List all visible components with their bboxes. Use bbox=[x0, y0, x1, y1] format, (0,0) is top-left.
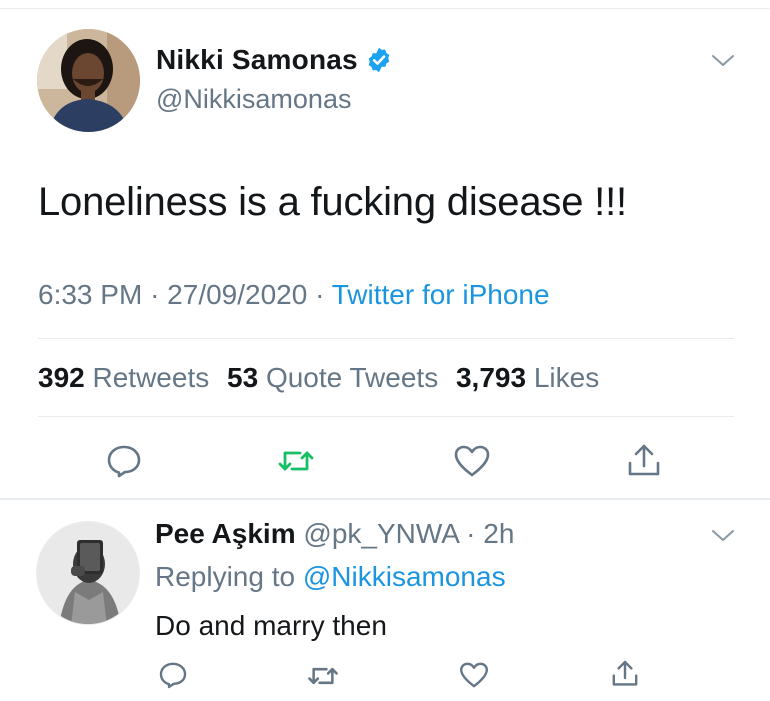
author-name[interactable]: Nikki Samonas bbox=[156, 44, 358, 76]
reply-icon[interactable] bbox=[104, 441, 144, 481]
retweet-icon[interactable] bbox=[306, 659, 340, 693]
chevron-down-icon[interactable] bbox=[710, 52, 736, 70]
reply-text: Do and marry then bbox=[155, 610, 387, 641]
reply-author-handle[interactable]: @pk_YNWA bbox=[303, 518, 458, 549]
replying-prefix: Replying to bbox=[155, 561, 296, 592]
likes-count: 3,793 bbox=[455, 362, 527, 393]
reply-author-avatar[interactable] bbox=[36, 521, 140, 625]
likes-stat[interactable]: 3,793 Likes bbox=[456, 362, 599, 393]
reply-meta-separator: · bbox=[458, 518, 484, 549]
reply-header: Pee Aşkim @pk_YNWA · 2h bbox=[155, 518, 514, 550]
tweet-stats: 392 Retweets 53 Quote Tweets 3,793 Likes bbox=[38, 362, 599, 394]
like-icon[interactable] bbox=[452, 441, 492, 481]
meta-separator: · bbox=[150, 279, 168, 310]
like-icon[interactable] bbox=[458, 659, 490, 691]
retweets-label: Retweets bbox=[92, 362, 210, 393]
replying-to-link[interactable]: @Nikkisamonas bbox=[303, 561, 506, 592]
tweet-date: 27/09/2020 bbox=[167, 279, 308, 310]
section-divider bbox=[0, 498, 770, 500]
tweet-time: 6:33 PM bbox=[38, 279, 143, 310]
retweets-stat[interactable]: 392 Retweets bbox=[38, 362, 209, 393]
reply-icon[interactable] bbox=[157, 659, 189, 691]
retweet-icon[interactable] bbox=[276, 441, 316, 481]
retweets-count: 392 bbox=[38, 362, 85, 393]
author-handle[interactable]: @Nikkisamonas bbox=[156, 84, 351, 115]
reply-age[interactable]: 2h bbox=[483, 518, 514, 549]
share-icon[interactable] bbox=[624, 441, 664, 481]
verified-badge-icon bbox=[365, 46, 393, 74]
meta-separator: · bbox=[315, 279, 332, 310]
meta-divider bbox=[38, 338, 734, 339]
likes-label: Likes bbox=[533, 362, 600, 393]
tweet-source-link[interactable]: Twitter for iPhone bbox=[332, 279, 550, 310]
chevron-down-icon[interactable] bbox=[710, 527, 736, 545]
top-divider bbox=[0, 8, 770, 9]
tweet-text: Loneliness is a fucking disease !!! bbox=[38, 180, 627, 224]
quotes-label: Quote Tweets bbox=[265, 362, 439, 393]
share-icon[interactable] bbox=[609, 658, 641, 690]
quotes-stat[interactable]: 53 Quote Tweets bbox=[227, 362, 438, 393]
quotes-count: 53 bbox=[227, 362, 259, 393]
author-avatar[interactable] bbox=[37, 29, 140, 132]
replying-to: Replying to @Nikkisamonas bbox=[155, 561, 506, 593]
reply-author-name[interactable]: Pee Aşkim bbox=[155, 518, 296, 549]
stats-divider bbox=[38, 416, 734, 417]
tweet-meta: 6:33 PM · 27/09/2020 · Twitter for iPhon… bbox=[38, 279, 550, 311]
